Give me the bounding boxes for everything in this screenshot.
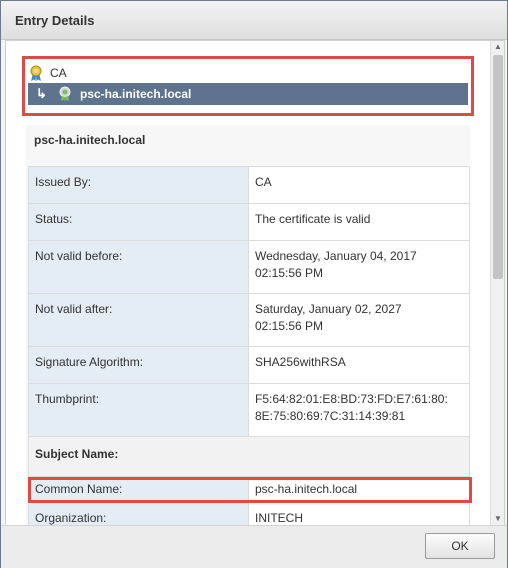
property-key: Signature Algorithm: [28, 346, 249, 384]
property-value: INITECH [248, 502, 470, 525]
common-name-highlight-box [28, 477, 472, 503]
property-value: F5:64:82:01:E8:BD:73:FD:E7:61:80: 8E:75:… [248, 383, 470, 437]
table-row: Not valid after: Saturday, January 02, 2… [28, 293, 470, 347]
properties-table: Issued By: CA Status: The certificate is… [28, 166, 470, 525]
dialog-content: CA ↳ psc-ha.initech.local psc-ha.initech… [5, 40, 505, 526]
property-key: Issued By: [28, 166, 249, 204]
property-value: SHA256withRSA [248, 346, 470, 384]
property-key: Organization: [28, 502, 249, 525]
table-row: Not valid before: Wednesday, January 04,… [28, 240, 470, 294]
details-title: psc-ha.initech.local [34, 133, 146, 147]
property-value: CA [248, 166, 470, 204]
scroll-up-arrow-icon[interactable]: ▲ [491, 41, 504, 53]
vertical-scrollbar[interactable]: ▲ ▼ [490, 41, 504, 525]
subject-section-label: Subject Name: [28, 436, 470, 477]
dialog-footer: OK [1, 525, 507, 568]
property-key: Thumbprint: [28, 383, 249, 437]
table-row: Thumbprint: F5:64:82:01:E8:BD:73:FD:E7:6… [28, 383, 470, 437]
entry-details-dialog: Entry Details CA ↳ psc-ha.initech.local … [0, 0, 508, 568]
scroll-down-arrow-icon[interactable]: ▼ [491, 513, 504, 525]
table-row: Signature Algorithm: SHA256withRSA [28, 346, 470, 384]
property-value: Saturday, January 02, 2027 02:15:56 PM [248, 293, 470, 347]
property-value: The certificate is valid [248, 203, 470, 241]
ok-button[interactable]: OK [425, 533, 495, 559]
scroll-thumb[interactable] [493, 55, 503, 279]
table-row: Organization: INITECH [28, 502, 470, 525]
property-key: Not valid after: [28, 293, 249, 347]
subject-section-header: Subject Name: [28, 436, 470, 477]
table-row: Status: The certificate is valid [28, 203, 470, 241]
property-value: Wednesday, January 04, 2017 02:15:56 PM [248, 240, 470, 294]
tree-highlight-box [22, 56, 474, 116]
property-key: Status: [28, 203, 249, 241]
property-key: Not valid before: [28, 240, 249, 294]
table-row: Issued By: CA [28, 166, 470, 204]
dialog-title: Entry Details [15, 13, 95, 28]
dialog-titlebar: Entry Details [1, 1, 507, 40]
